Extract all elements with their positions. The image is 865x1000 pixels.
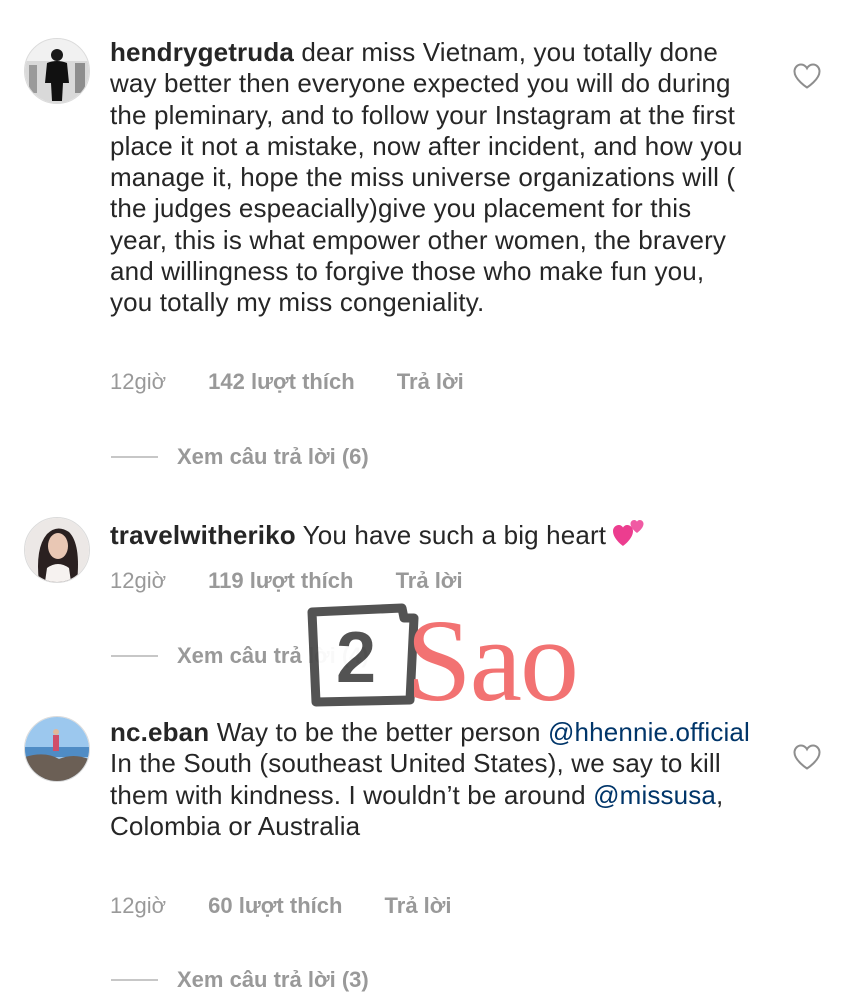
heart-outline-icon[interactable] — [792, 743, 822, 771]
watermark-word: Sao — [406, 595, 577, 710]
comment-text: hendrygetruda dear miss Vietnam, you tot… — [110, 37, 750, 319]
comment-text: nc.eban Way to be the better person @hhe… — [110, 717, 750, 842]
comment-text: travelwitheriko You have such a big hear… — [110, 518, 750, 551]
comment-meta: 12giờ 142 lượt thích Trả lời — [110, 369, 464, 395]
view-replies-label: Xem câu trả lời (3) — [177, 967, 369, 992]
view-replies-button[interactable]: Xem câu trả lời (6) — [111, 442, 369, 472]
comment-username[interactable]: nc.eban — [110, 717, 209, 747]
comment-username[interactable]: travelwitheriko — [110, 520, 296, 550]
divider-line — [111, 979, 158, 981]
mention-link[interactable]: @hhennie.official — [548, 717, 750, 747]
comment-nc-eban: nc.eban Way to be the better person @hhe… — [0, 680, 865, 1000]
watermark-digit: 2 — [336, 618, 376, 698]
divider-line — [111, 456, 158, 458]
reply-button[interactable]: Trả lời — [385, 893, 452, 919]
avatar[interactable] — [24, 716, 90, 782]
comment-body-part1: Way to be the better person — [216, 717, 541, 747]
view-replies-label: Xem câu trả lời (6) — [177, 444, 369, 469]
avatar[interactable] — [24, 38, 90, 104]
divider-line — [111, 655, 158, 657]
mention-link[interactable]: @missusa — [593, 780, 716, 810]
comment-time: 12giờ — [110, 369, 167, 394]
comment-body: You have such a big heart — [302, 520, 607, 550]
comment-time: 12giờ — [110, 893, 167, 918]
comment-body: dear miss Vietnam, you totally done way … — [110, 37, 743, 318]
like-count[interactable]: 60 lượt thích — [208, 893, 342, 919]
like-count[interactable]: 142 lượt thích — [208, 369, 355, 395]
view-replies-button[interactable]: Xem câu trả lời (3) — [111, 965, 369, 995]
avatar[interactable] — [24, 517, 90, 583]
reply-button[interactable]: Trả lời — [397, 369, 464, 395]
heart-outline-icon[interactable] — [792, 62, 822, 90]
comment-meta: 12giờ 60 lượt thích Trả lời — [110, 893, 452, 919]
comment-time: 12giờ — [110, 568, 167, 593]
2sao-watermark-logo: 2 Sao — [307, 595, 579, 710]
comment-hendrygetruda: hendrygetruda dear miss Vietnam, you tot… — [0, 0, 865, 480]
comment-username[interactable]: hendrygetruda — [110, 37, 294, 67]
two-hearts-emoji — [613, 520, 644, 546]
